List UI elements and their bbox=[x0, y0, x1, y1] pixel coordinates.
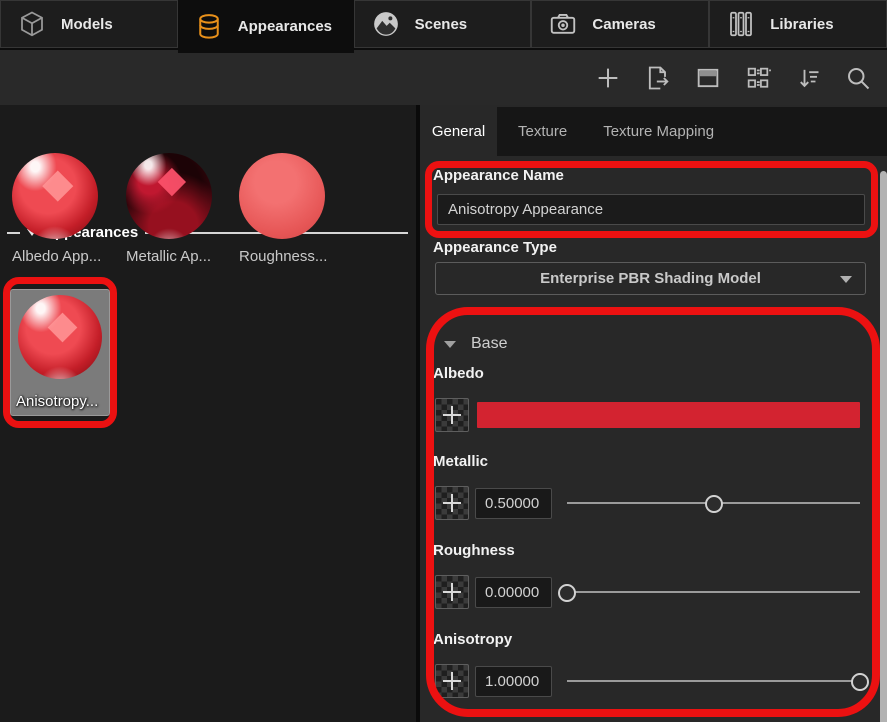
tab-libraries-label: Libraries bbox=[770, 16, 833, 33]
metallic-label: Metallic bbox=[433, 453, 488, 470]
roughness-row bbox=[435, 575, 860, 609]
tab-cameras[interactable]: Cameras bbox=[531, 0, 709, 48]
base-section-header[interactable]: Base bbox=[444, 335, 507, 353]
thumbnail-label: Roughness... bbox=[239, 248, 331, 265]
base-collapse-caret-icon bbox=[444, 341, 456, 348]
export-document-icon[interactable] bbox=[643, 63, 673, 93]
thumbnail-label: Albedo App... bbox=[12, 248, 104, 265]
metallic-value-input[interactable] bbox=[475, 488, 552, 519]
metallic-slider[interactable] bbox=[567, 486, 860, 520]
appearance-name-label: Appearance Name bbox=[433, 167, 564, 184]
tab-models[interactable]: Models bbox=[0, 0, 178, 48]
details-view-icon[interactable] bbox=[743, 63, 773, 93]
albedo-add-texture-button[interactable] bbox=[435, 398, 469, 432]
anisotropy-slider-handle[interactable] bbox=[851, 673, 869, 691]
inactive-tabs-strip: Texture Texture Mapping bbox=[497, 107, 887, 156]
library-books-icon bbox=[725, 8, 757, 40]
appearance-name-input[interactable] bbox=[437, 194, 865, 225]
vertical-scrollbar[interactable] bbox=[880, 171, 887, 722]
metallic-sphere-preview bbox=[126, 153, 212, 239]
slider-track bbox=[567, 680, 860, 682]
appearances-bucket-icon bbox=[193, 11, 225, 43]
albedo-label: Albedo bbox=[433, 365, 484, 382]
thumbnail-albedo-appearance[interactable]: Albedo App... bbox=[12, 153, 104, 265]
tab-models-label: Models bbox=[61, 16, 113, 33]
thumbnail-anisotropy-appearance-selected[interactable]: Anisotropy... bbox=[10, 289, 110, 416]
cube-icon bbox=[16, 8, 48, 40]
appearance-type-dropdown[interactable]: Enterprise PBR Shading Model bbox=[435, 262, 866, 295]
base-section-title: Base bbox=[471, 335, 507, 353]
tab-appearances-label: Appearances bbox=[238, 18, 332, 35]
tab-general[interactable]: General bbox=[420, 105, 497, 158]
appearance-properties-panel: General Texture Texture Mapping Appearan… bbox=[420, 105, 887, 722]
anisotropy-add-texture-button[interactable] bbox=[435, 664, 469, 698]
albedo-row bbox=[435, 398, 860, 432]
appearances-list-panel: Appearances Albedo App... Metallic Ap...… bbox=[0, 105, 416, 722]
albedo-sphere-preview bbox=[12, 153, 98, 239]
tab-cameras-label: Cameras bbox=[592, 16, 655, 33]
metallic-row bbox=[435, 486, 860, 520]
albedo-color-swatch[interactable] bbox=[477, 402, 860, 428]
add-plus-icon[interactable] bbox=[593, 63, 623, 93]
appearance-type-selected-value: Enterprise PBR Shading Model bbox=[540, 270, 761, 287]
anisotropy-row bbox=[435, 664, 860, 698]
tab-texture-mapping[interactable]: Texture Mapping bbox=[603, 123, 714, 140]
tab-libraries[interactable]: Libraries bbox=[709, 0, 887, 48]
application-window: Models Appearances Scenes bbox=[0, 0, 887, 722]
chevron-down-icon bbox=[840, 276, 852, 283]
camera-icon bbox=[547, 8, 579, 40]
anisotropy-value-input[interactable] bbox=[475, 666, 552, 697]
thumbnail-label: Anisotropy... bbox=[16, 393, 98, 410]
toolbar-buttons bbox=[593, 50, 873, 105]
scene-image-icon bbox=[370, 8, 402, 40]
thumbnail-metallic-appearance[interactable]: Metallic Ap... bbox=[126, 153, 218, 265]
anisotropy-slider[interactable] bbox=[567, 664, 860, 698]
thumbnail-label: Metallic Ap... bbox=[126, 248, 218, 265]
anisotropy-label: Anisotropy bbox=[433, 631, 512, 648]
tab-appearances[interactable]: Appearances bbox=[178, 0, 354, 53]
roughness-sphere-preview bbox=[239, 153, 325, 239]
tab-scenes-label: Scenes bbox=[415, 16, 468, 33]
tab-texture[interactable]: Texture bbox=[518, 123, 567, 140]
metallic-add-texture-button[interactable] bbox=[435, 486, 469, 520]
general-tab-content: Appearance Name Appearance Type Enterpri… bbox=[420, 158, 887, 722]
roughness-slider[interactable] bbox=[567, 575, 860, 609]
roughness-slider-handle[interactable] bbox=[558, 584, 576, 602]
metallic-slider-handle[interactable] bbox=[705, 495, 723, 513]
panel-layout-icon[interactable] bbox=[693, 63, 723, 93]
anisotropy-sphere-preview bbox=[18, 295, 102, 379]
roughness-add-texture-button[interactable] bbox=[435, 575, 469, 609]
slider-track bbox=[567, 591, 860, 593]
properties-tab-bar: General Texture Texture Mapping bbox=[420, 105, 887, 158]
search-icon[interactable] bbox=[843, 63, 873, 93]
appearances-toolbar bbox=[0, 50, 887, 105]
thumbnail-roughness-appearance[interactable]: Roughness... bbox=[239, 153, 331, 265]
tab-scenes[interactable]: Scenes bbox=[354, 0, 532, 48]
roughness-label: Roughness bbox=[433, 542, 515, 559]
roughness-value-input[interactable] bbox=[475, 577, 552, 608]
appearance-type-label: Appearance Type bbox=[433, 239, 557, 256]
sort-descending-icon[interactable] bbox=[793, 63, 823, 93]
top-tab-bar: Models Appearances Scenes bbox=[0, 0, 887, 50]
